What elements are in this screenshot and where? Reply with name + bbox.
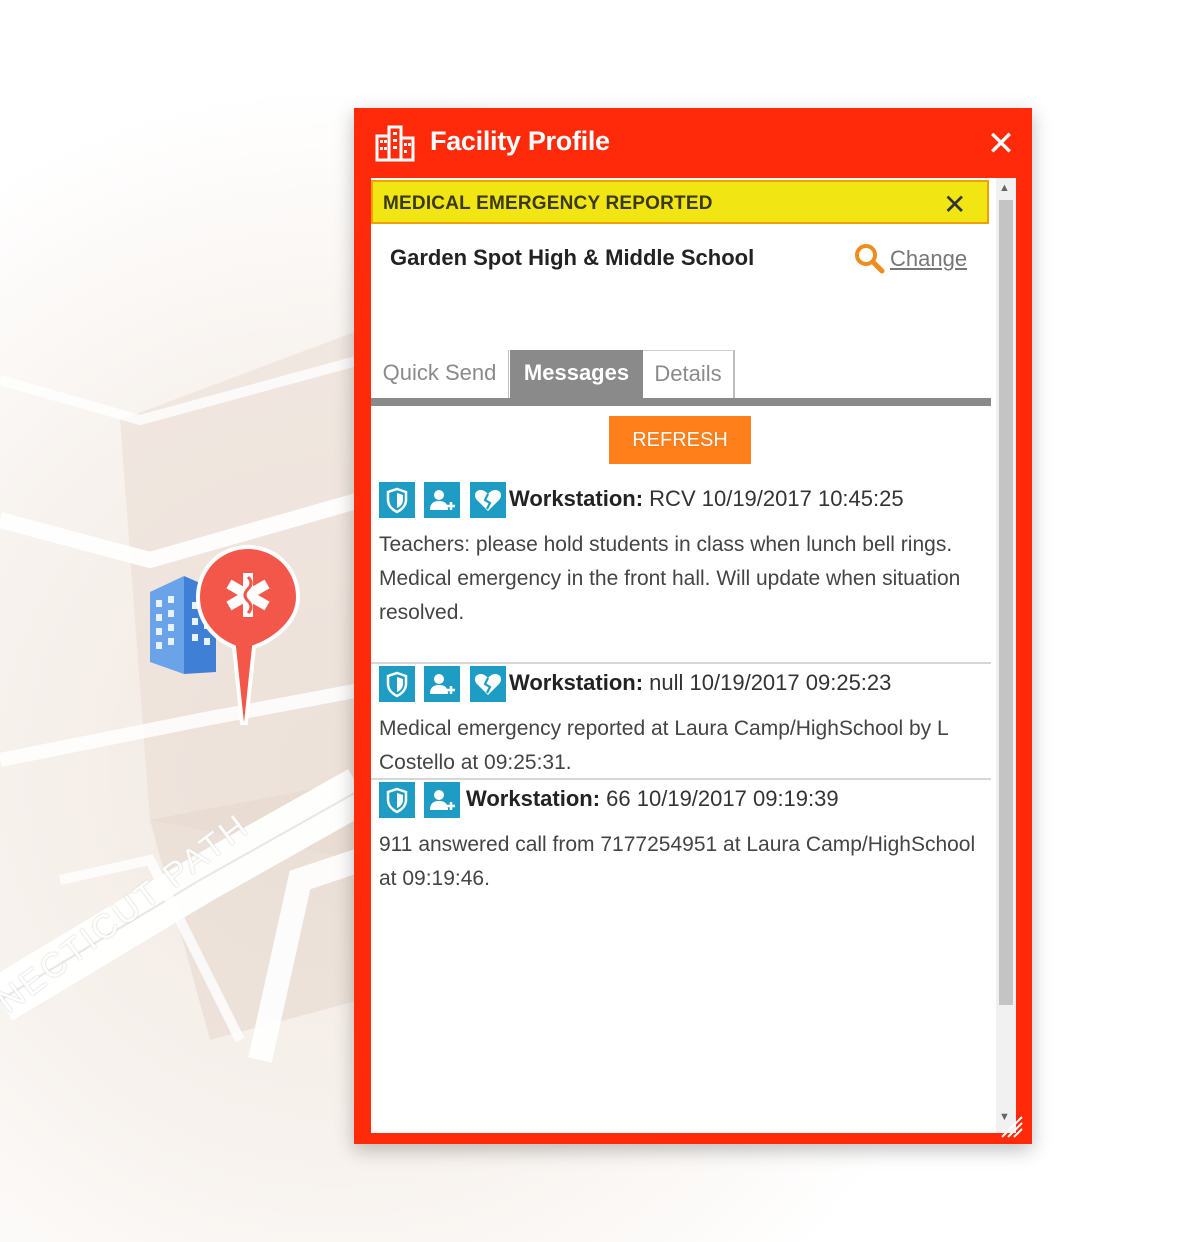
message-header: Workstation: null 10/19/2017 09:25:23 bbox=[509, 670, 891, 696]
shield-icon[interactable] bbox=[379, 666, 415, 702]
message-item: Workstation: 66 10/19/2017 09:19:39 911 … bbox=[371, 782, 991, 894]
message-text: Medical emergency reported at Laura Camp… bbox=[379, 717, 948, 774]
close-icon[interactable]: ✕ bbox=[986, 127, 1016, 161]
message-text: Teachers: please hold students in class … bbox=[379, 533, 961, 624]
workstation-label: Workstation: bbox=[509, 486, 644, 511]
broken-heart-icon[interactable] bbox=[469, 482, 506, 518]
alert-text: MEDICAL EMERGENCY REPORTED bbox=[383, 193, 713, 214]
tab-details[interactable]: Details bbox=[643, 350, 735, 398]
alert-banner: MEDICAL EMERGENCY REPORTED ✕ bbox=[371, 180, 989, 224]
message-header: Workstation: 66 10/19/2017 09:19:39 bbox=[466, 786, 839, 812]
medical-pin-icon[interactable] bbox=[192, 543, 304, 733]
buildings-icon bbox=[375, 125, 415, 162]
message-icons bbox=[379, 666, 511, 702]
message-header: Workstation: RCV 10/19/2017 10:45:25 bbox=[509, 486, 904, 512]
message-icons bbox=[379, 782, 465, 818]
add-user-icon[interactable] bbox=[424, 666, 461, 702]
change-facility-link[interactable]: Change bbox=[890, 246, 967, 272]
message-meta: 66 10/19/2017 09:19:39 bbox=[606, 786, 839, 811]
panel-header[interactable]: Facility Profile ✕ bbox=[354, 108, 1032, 178]
facility-profile-panel: Facility Profile ✕ MEDICAL EMERGENCY REP… bbox=[354, 108, 1032, 1144]
message-item: Workstation: RCV 10/19/2017 10:45:25 Tea… bbox=[371, 482, 991, 664]
panel-body[interactable]: MEDICAL EMERGENCY REPORTED ✕ Garden Spot… bbox=[371, 178, 1016, 1133]
message-meta: RCV 10/19/2017 10:45:25 bbox=[649, 486, 904, 511]
broken-heart-icon[interactable] bbox=[469, 666, 506, 702]
workstation-label: Workstation: bbox=[509, 670, 644, 695]
message-icons bbox=[379, 482, 511, 518]
add-user-icon[interactable] bbox=[424, 782, 461, 818]
tab-bar: Quick Send Messages Details bbox=[371, 348, 991, 406]
scrollbar-thumb[interactable] bbox=[999, 200, 1013, 1005]
workstation-label: Workstation: bbox=[466, 786, 601, 811]
refresh-button[interactable]: REFRESH bbox=[609, 416, 751, 464]
message-item: Workstation: null 10/19/2017 09:25:23 Me… bbox=[371, 666, 991, 780]
tab-messages[interactable]: Messages bbox=[510, 350, 643, 398]
panel-title: Facility Profile bbox=[430, 126, 610, 156]
search-icon[interactable] bbox=[853, 242, 885, 274]
resize-grip-icon[interactable] bbox=[998, 1113, 1026, 1141]
scroll-up-arrow-icon[interactable]: ▲ bbox=[999, 182, 1010, 194]
tab-quick-send[interactable]: Quick Send bbox=[371, 350, 509, 398]
shield-icon[interactable] bbox=[379, 782, 415, 818]
facility-name: Garden Spot High & Middle School bbox=[390, 245, 755, 270]
add-user-icon[interactable] bbox=[424, 482, 461, 518]
alert-close-icon[interactable]: ✕ bbox=[943, 188, 966, 221]
scrollbar[interactable]: ▲ ▼ bbox=[996, 178, 1016, 1133]
shield-icon[interactable] bbox=[379, 482, 415, 518]
message-text: 911 answered call from 7177254951 at Lau… bbox=[379, 833, 976, 890]
message-meta: null 10/19/2017 09:25:23 bbox=[649, 670, 892, 695]
